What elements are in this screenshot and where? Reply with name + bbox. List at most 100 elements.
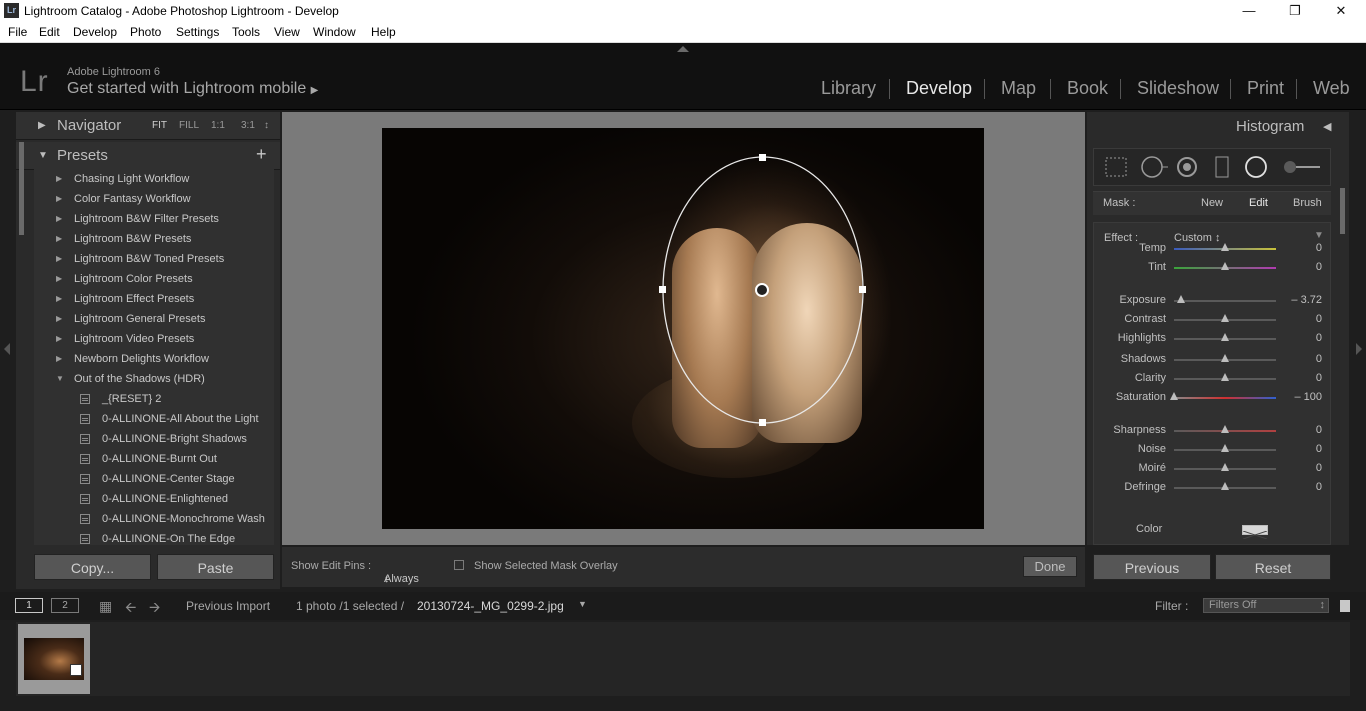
mask-brush-button[interactable]: Brush (1293, 197, 1322, 209)
slider-knob[interactable] (1221, 425, 1229, 433)
left-panel-toggle-icon[interactable] (4, 343, 10, 355)
module-print[interactable]: Print (1247, 78, 1284, 99)
spot-removal-icon[interactable] (1141, 156, 1168, 178)
slider-value[interactable]: 0 (1316, 261, 1322, 273)
module-develop[interactable]: Develop (906, 78, 972, 99)
histogram-collapse-icon[interactable]: ◀ (1323, 120, 1331, 133)
histogram-header[interactable]: Histogram ◀ (1093, 112, 1343, 140)
photo-image[interactable] (382, 128, 984, 529)
zoom-stepper-icon[interactable]: ↕ (264, 120, 269, 131)
menu-develop[interactable]: Develop (73, 25, 117, 39)
preset-item[interactable]: 0-ALLINONE-All About the Light (34, 409, 274, 429)
slider-knob[interactable] (1221, 354, 1229, 362)
forward-arrow-icon[interactable]: 🡪 (149, 597, 160, 621)
slider-value[interactable]: 0 (1316, 443, 1322, 455)
filename-dropdown-icon[interactable]: ▼ (578, 599, 587, 609)
preset-folder[interactable]: ▶ Color Fantasy Workflow (34, 189, 274, 209)
copy-button[interactable]: Copy... (34, 554, 151, 580)
top-panel-toggle-icon[interactable] (677, 46, 689, 52)
slider-value[interactable]: 0 (1316, 372, 1322, 384)
expand-triangle-icon[interactable]: ▶ (56, 174, 62, 183)
right-panel-toggle-icon[interactable] (1356, 343, 1362, 355)
menu-file[interactable]: File (8, 25, 27, 39)
slider-knob[interactable] (1221, 314, 1229, 322)
slider-value[interactable]: 0 (1316, 242, 1322, 254)
filename-label[interactable]: 20130724-_MG_0299-2.jpg (417, 599, 564, 613)
page-2-button[interactable]: 2 (51, 598, 79, 613)
paste-button[interactable]: Paste (157, 554, 274, 580)
slider-track[interactable] (1174, 397, 1276, 399)
zoom-1-1[interactable]: 1:1 (211, 120, 225, 131)
red-eye-icon[interactable] (1177, 157, 1197, 177)
previous-button[interactable]: Previous (1093, 554, 1211, 580)
mobile-prompt[interactable]: Get started with Lightroom mobile ▶ (67, 80, 318, 98)
presets-header[interactable]: ▼ Presets + (16, 142, 280, 170)
filter-dropdown[interactable]: Filters Off ↕ (1203, 598, 1329, 613)
expand-triangle-icon[interactable]: ▶ (56, 294, 62, 303)
preset-folder[interactable]: ▼ Out of the Shadows (HDR) (34, 369, 274, 389)
slider-value[interactable]: 0 (1316, 424, 1322, 436)
left-scrollbar[interactable] (19, 142, 24, 235)
expand-triangle-icon[interactable]: ▶ (56, 214, 62, 223)
preset-folder[interactable]: ▶ Newborn Delights Workflow (34, 349, 274, 369)
photo-canvas[interactable] (282, 112, 1085, 545)
slider-knob[interactable] (1221, 333, 1229, 341)
radial-handle-right[interactable] (859, 286, 866, 293)
page-1-button[interactable]: 1 (15, 598, 43, 613)
preset-folder[interactable]: ▶ Lightroom General Presets (34, 309, 274, 329)
slider-track[interactable] (1174, 300, 1276, 302)
slider-value[interactable]: 0 (1316, 481, 1322, 493)
radial-handle-left[interactable] (659, 286, 666, 293)
module-web[interactable]: Web (1313, 78, 1350, 99)
right-scrollbar[interactable] (1340, 188, 1345, 234)
slider-value[interactable]: 0 (1316, 353, 1322, 365)
slider-value[interactable]: 0 (1316, 313, 1322, 325)
filter-lock-icon[interactable] (1340, 600, 1350, 612)
slider-value[interactable]: – 3.72 (1291, 294, 1322, 306)
preset-item[interactable]: 0-ALLINONE-Center Stage (34, 469, 274, 489)
menu-window[interactable]: Window (313, 25, 356, 39)
slider-knob[interactable] (1170, 392, 1178, 400)
expand-triangle-icon[interactable]: ▶ (56, 254, 62, 263)
mask-new-button[interactable]: New (1201, 197, 1223, 209)
back-arrow-icon[interactable]: 🡨 (125, 597, 136, 621)
preset-folder[interactable]: ▶ Lightroom B&W Toned Presets (34, 249, 274, 269)
done-button[interactable]: Done (1023, 556, 1077, 577)
slider-knob[interactable] (1221, 482, 1229, 490)
preset-item[interactable]: 0-ALLINONE-On The Edge (34, 529, 274, 545)
restore-button[interactable]: ❐ (1272, 0, 1318, 22)
slider-knob[interactable] (1221, 262, 1229, 270)
radial-handle-bottom[interactable] (759, 419, 766, 426)
zoom-fit[interactable]: FIT (152, 120, 167, 131)
expand-triangle-icon[interactable]: ▶ (56, 354, 62, 363)
slider-knob[interactable] (1221, 463, 1229, 471)
expand-triangle-icon[interactable]: ▶ (56, 274, 62, 283)
module-slideshow[interactable]: Slideshow (1137, 78, 1219, 99)
zoom-fill[interactable]: FILL (179, 120, 199, 131)
menu-settings[interactable]: Settings (176, 25, 219, 39)
slider-value[interactable]: 0 (1316, 462, 1322, 474)
menu-edit[interactable]: Edit (39, 25, 60, 39)
preset-folder[interactable]: ▶ Chasing Light Workflow (34, 169, 274, 189)
edit-pin-icon[interactable] (755, 283, 769, 297)
add-preset-icon[interactable]: + (256, 144, 267, 165)
preset-folder[interactable]: ▶ Lightroom B&W Presets (34, 229, 274, 249)
filmstrip-thumbnail[interactable] (18, 624, 90, 694)
menu-help[interactable]: Help (371, 25, 396, 39)
expand-triangle-icon[interactable]: ▶ (56, 194, 62, 203)
module-library[interactable]: Library (821, 78, 876, 99)
navigator-header[interactable]: ▶ Navigator FIT FILL 1:1 3:1 ↕ (16, 112, 280, 140)
radial-handle-top[interactable] (759, 154, 766, 161)
slider-knob[interactable] (1221, 243, 1229, 251)
preset-folder[interactable]: ▶ Lightroom Color Presets (34, 269, 274, 289)
slider-value[interactable]: 0 (1316, 332, 1322, 344)
module-book[interactable]: Book (1067, 78, 1108, 99)
preset-item[interactable]: 0-ALLINONE-Bright Shadows (34, 429, 274, 449)
preset-folder[interactable]: ▶ Lightroom Video Presets (34, 329, 274, 349)
crop-tool-icon[interactable] (1105, 157, 1127, 177)
menu-tools[interactable]: Tools (232, 25, 260, 39)
graduated-filter-icon[interactable] (1215, 156, 1229, 178)
color-swatch[interactable] (1242, 525, 1268, 540)
slider-knob[interactable] (1221, 444, 1229, 452)
preset-item[interactable]: 0-ALLINONE-Enlightened (34, 489, 274, 509)
